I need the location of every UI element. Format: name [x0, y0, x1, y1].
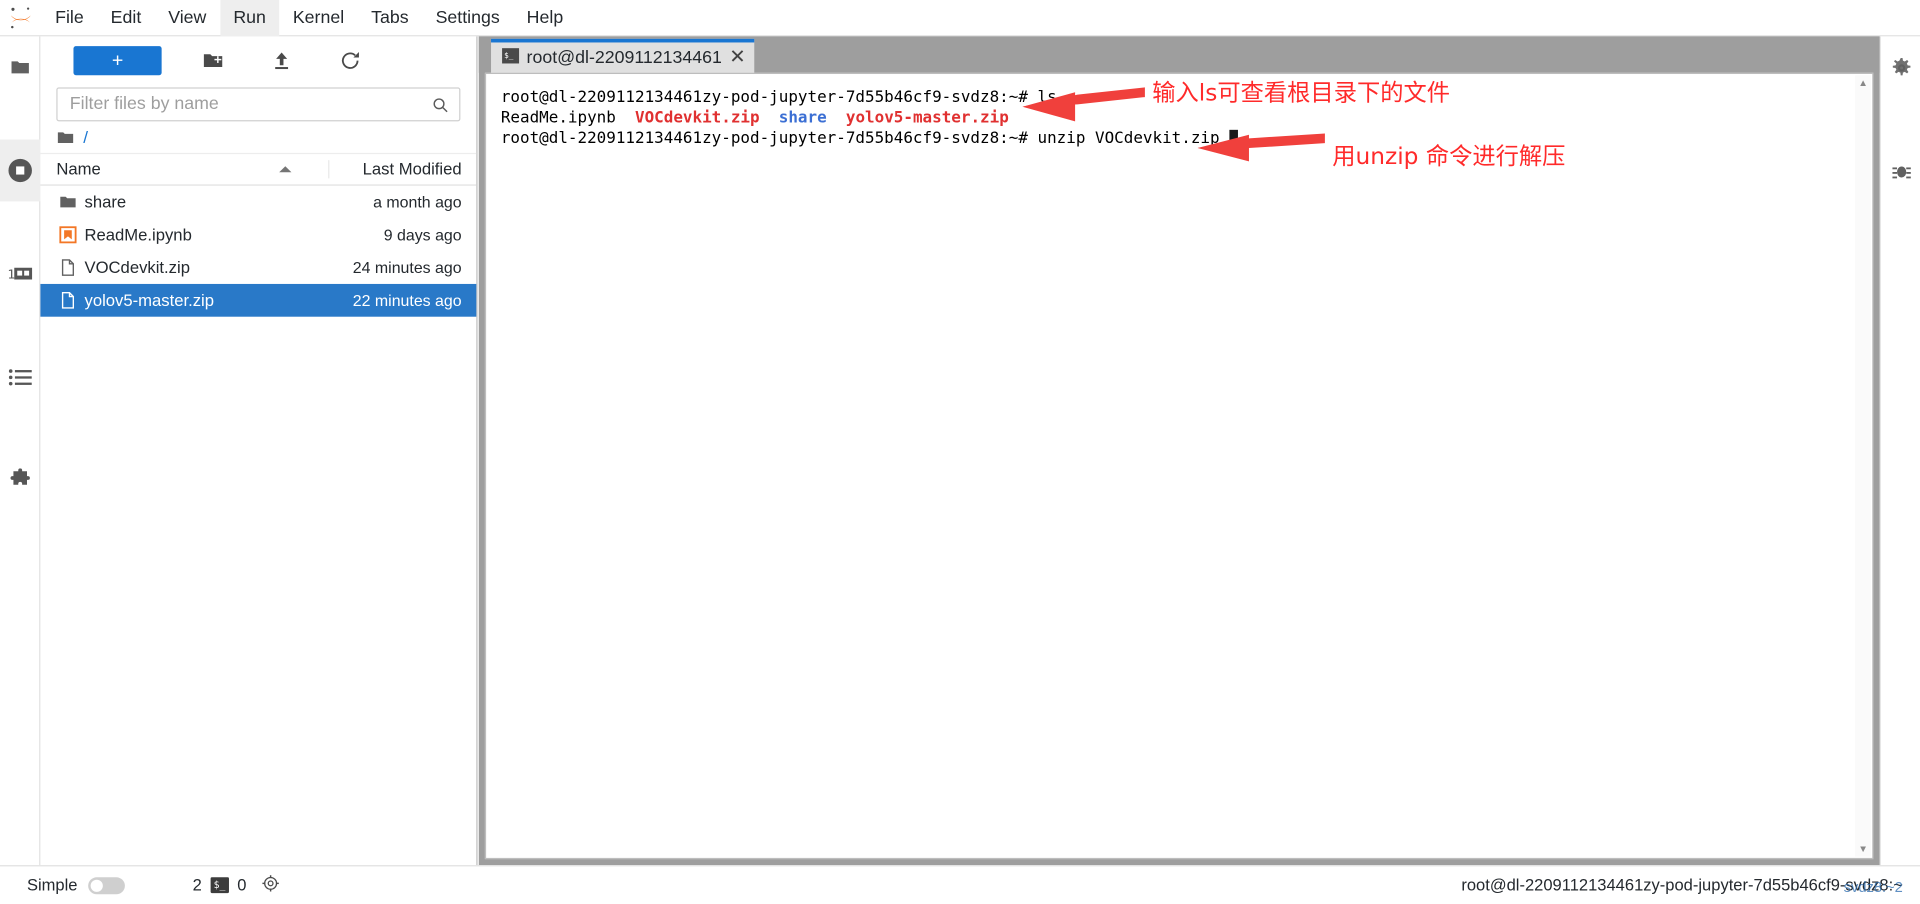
breadcrumb[interactable]: / [40, 121, 477, 155]
file-name: VOCdevkit.zip [84, 258, 190, 277]
file-list: share a month ago ReadMe.ipynb 9 days ag… [40, 186, 477, 317]
sidebar-item-property-inspector[interactable] [1881, 36, 1920, 98]
terminal-cursor [1229, 129, 1238, 146]
table-row[interactable]: share a month ago [40, 186, 476, 219]
terminal-gap-2 [827, 109, 846, 127]
menu-item-kernel[interactable]: Kernel [279, 0, 357, 36]
palette-icon: 1 [7, 268, 33, 283]
tab-label: root@dl-2209112134461zy [526, 47, 722, 68]
property-inspector-icon [1892, 57, 1910, 75]
terminal-icon: $_ [502, 47, 520, 69]
column-header-name[interactable]: Name [40, 160, 330, 179]
file-filter-box[interactable] [56, 87, 461, 122]
breadcrumb-path[interactable]: / [83, 127, 88, 146]
terminal-line-3: root@dl-2209112134461zy-pod-jupyter-7d55… [500, 129, 1230, 149]
scroll-up-icon[interactable]: ▲ [1855, 75, 1871, 91]
sidebar-item-extensions[interactable] [0, 449, 40, 511]
svg-text:1: 1 [7, 268, 15, 283]
menu-item-edit[interactable]: Edit [97, 0, 155, 36]
menu-item-help[interactable]: Help [513, 0, 576, 36]
file-name: share [84, 192, 127, 212]
scroll-down-icon[interactable]: ▼ [1855, 841, 1871, 857]
status-bar: Simple 2 $_ 0 root@dl-2209112134461zy-po… [0, 865, 1920, 904]
right-activity-bar [1879, 36, 1920, 866]
tab-bar: $_ root@dl-2209112134461zy ✕ [478, 36, 1880, 73]
simple-mode-label: Simple [26, 876, 78, 895]
file-name: yolov5-master.zip [84, 291, 215, 310]
file-browser-panel: + Filter files by name / Name Last Modif… [40, 36, 478, 866]
upload-icon [275, 52, 289, 70]
file-modified: 24 minutes ago [352, 258, 462, 277]
gear-icon[interactable] [262, 875, 280, 896]
file-list-header: Name Last Modified [40, 154, 477, 186]
menu-item-settings[interactable]: Settings [422, 0, 513, 36]
tab-terminal[interactable]: $_ root@dl-2209112134461zy ✕ [491, 38, 755, 73]
left-activity-bar: 1 [0, 36, 41, 866]
new-launcher-button[interactable]: + [73, 46, 162, 76]
kernel-count[interactable]: 2 [193, 876, 202, 894]
list-icon [8, 368, 32, 385]
column-header-name-label: Name [56, 160, 101, 179]
search-icon [433, 97, 448, 112]
svg-text:$_: $_ [504, 50, 514, 59]
terminal-count[interactable]: 0 [237, 876, 246, 894]
annotation-unzip-hint: 用unzip 命令进行解压 [1332, 143, 1566, 170]
sort-ascending-icon [279, 166, 292, 173]
sidebar-item-file-browser[interactable] [0, 36, 40, 98]
folder-icon [57, 131, 74, 143]
refresh-file-list-button[interactable] [333, 45, 367, 77]
file-modified: a month ago [373, 192, 462, 212]
main-dock-area: $_ root@dl-2209112134461zy ✕ root@dl-220… [478, 36, 1880, 866]
annotation-ls-hint: 输入ls可查看根目录下的文件 [1152, 80, 1451, 107]
filter-files-input[interactable] [67, 93, 432, 116]
file-icon [51, 291, 84, 309]
sidebar-item-running[interactable] [0, 139, 41, 202]
terminal-icon: $_ [210, 877, 229, 894]
terminal-line-1: root@dl-2209112134461zy-pod-jupyter-7d55… [500, 88, 1057, 107]
status-terminal-path-text: root@dl-2209112134461zy-pod-jupyter-7d55… [1461, 876, 1903, 895]
folder-icon [11, 61, 29, 74]
terminal-line-2-part-4: yolov5-master.zip [845, 109, 1009, 128]
table-row[interactable]: ReadMe.ipynb 9 days ago [40, 218, 476, 251]
new-folder-icon [203, 54, 223, 68]
menu-item-run[interactable]: Run [219, 0, 280, 36]
folder-icon [51, 193, 84, 211]
table-row[interactable]: yolov5-master.zip 22 minutes ago [40, 283, 477, 317]
stop-circle-icon [8, 158, 32, 183]
new-folder-button[interactable] [196, 45, 230, 77]
close-icon[interactable]: ✕ [729, 47, 745, 67]
file-name: ReadMe.ipynb [84, 225, 192, 244]
status-ghost-text: svdz8:~2 [1843, 878, 1903, 896]
sidebar-item-debugger[interactable] [1881, 140, 1920, 202]
terminal-line-2-part-2: VOCdevkit.zip [634, 109, 760, 128]
menu-item-file[interactable]: File [42, 0, 98, 36]
refresh-icon [341, 52, 359, 69]
menu-bar: File Edit View Run Kernel Tabs Settings … [0, 0, 1920, 37]
terminal-scrollbar[interactable]: ▲ ▼ [1855, 75, 1872, 857]
sidebar-item-toc[interactable] [0, 346, 40, 408]
terminal-widget[interactable]: root@dl-2209112134461zy-pod-jupyter-7d55… [484, 72, 1874, 860]
column-header-last-modified[interactable]: Last Modified [329, 160, 476, 178]
jupyter-logo-icon [0, 0, 42, 36]
status-terminal-path: root@dl-2209112134461zy-pod-jupyter-7d55… [1461, 876, 1920, 896]
menu-items: File Edit View Run Kernel Tabs Settings … [42, 0, 577, 36]
puzzle-icon [10, 468, 30, 485]
file-browser-toolbar: + [40, 36, 476, 85]
terminal-line-2-part-1: ReadMe.ipynb [500, 109, 635, 128]
file-modified: 22 minutes ago [352, 291, 462, 310]
debugger-icon [1891, 165, 1911, 178]
upload-files-button[interactable] [264, 45, 298, 77]
file-modified: 9 days ago [383, 225, 462, 244]
status-counters: 2 $_ 0 [193, 875, 280, 896]
terminal-line-2-part-3: share [778, 109, 827, 128]
file-icon [51, 258, 84, 276]
notebook-icon [51, 226, 84, 244]
menu-item-view[interactable]: View [155, 0, 220, 36]
sidebar-item-commands[interactable]: 1 [0, 243, 40, 305]
terminal-gap-1 [760, 109, 779, 127]
simple-mode-toggle[interactable] [88, 876, 126, 894]
table-row[interactable]: VOCdevkit.zip 24 minutes ago [40, 251, 476, 284]
simple-mode-control: Simple [0, 876, 126, 895]
menu-item-tabs[interactable]: Tabs [358, 0, 422, 36]
